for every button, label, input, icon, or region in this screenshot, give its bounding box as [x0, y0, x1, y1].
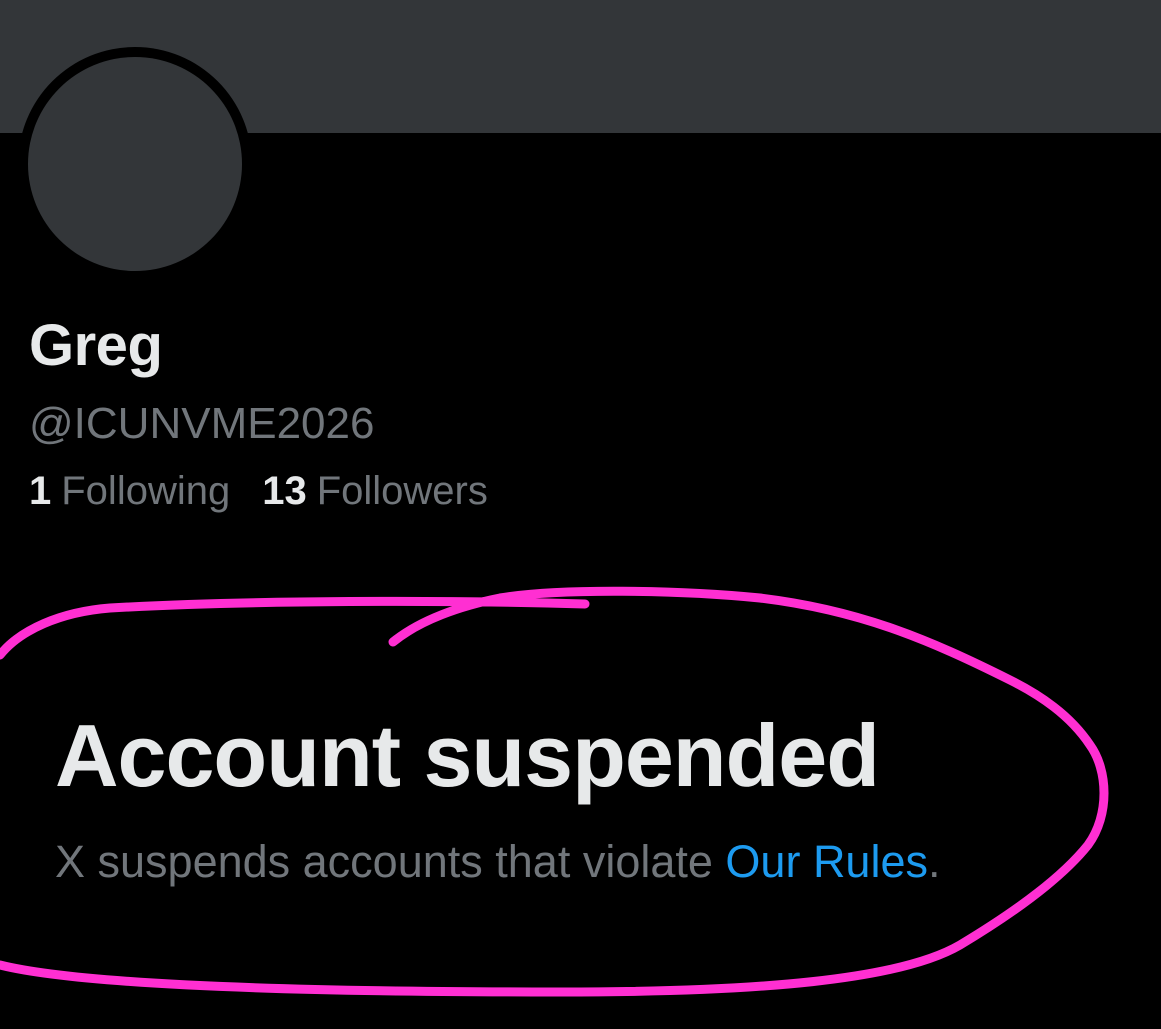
followers-label: Followers	[316, 469, 488, 513]
suspended-message: X suspends accounts that violate Our Rul…	[55, 836, 941, 888]
suspended-message-text: X suspends accounts that violate	[55, 836, 726, 887]
user-handle: @ICUNVME2026	[29, 399, 375, 448]
default-avatar-placeholder	[28, 57, 242, 271]
follow-stats: 1 Following 13 Followers	[29, 469, 488, 514]
avatar[interactable]	[18, 47, 252, 281]
following-stat[interactable]: 1 Following	[29, 469, 230, 514]
display-name: Greg	[29, 313, 163, 378]
following-label: Following	[61, 469, 231, 513]
following-count: 1	[29, 469, 52, 513]
our-rules-link[interactable]: Our Rules	[725, 836, 928, 887]
followers-count: 13	[262, 469, 307, 513]
suspended-title: Account suspended	[55, 706, 880, 805]
followers-stat[interactable]: 13 Followers	[262, 469, 488, 514]
suspended-message-period: .	[928, 836, 941, 887]
